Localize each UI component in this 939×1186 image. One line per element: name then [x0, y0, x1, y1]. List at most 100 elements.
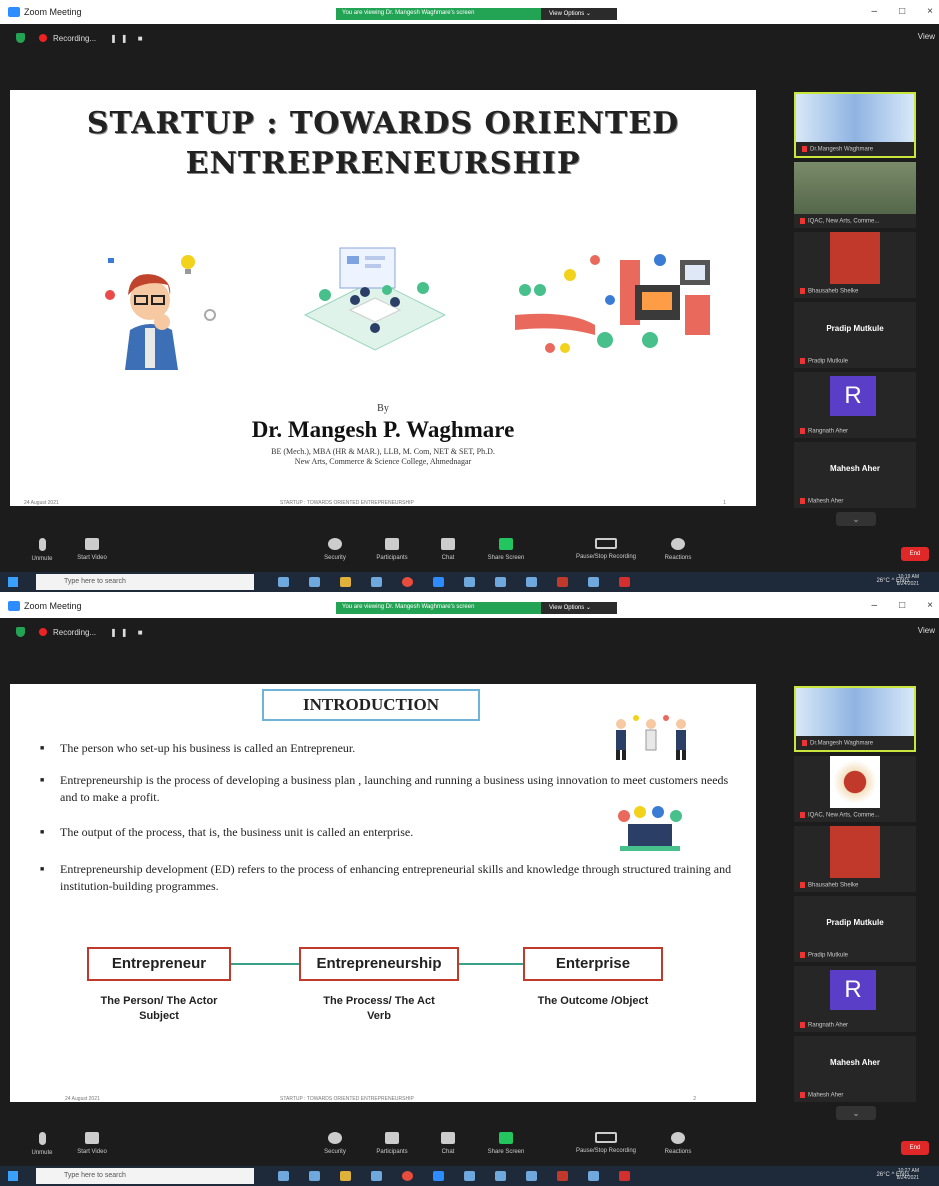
windows-taskbar: Type here to search 26°C ^ ENG 10:19 AM …: [0, 572, 939, 592]
start-video-button[interactable]: Start Video: [62, 538, 122, 561]
app-icon[interactable]: [526, 577, 537, 587]
chat-bubble-icon: [441, 1132, 455, 1144]
taskbar-search-input[interactable]: Type here to search: [36, 1168, 254, 1184]
flow-box-entrepreneurship: Entrepreneurship: [299, 947, 459, 981]
view-button[interactable]: View: [918, 32, 935, 41]
reactions-button[interactable]: Reactions: [648, 1132, 708, 1155]
app-icon[interactable]: [464, 1171, 475, 1181]
flow-label-person: The Person/ The Actor Subject: [100, 995, 218, 1022]
flow-box-enterprise: Enterprise: [523, 947, 663, 981]
app-title: Zoom Meeting: [24, 601, 82, 611]
store-icon[interactable]: [371, 1171, 382, 1181]
zoom-taskbar-icon[interactable]: [433, 1171, 444, 1181]
pdf-icon[interactable]: [619, 577, 630, 587]
view-options-button[interactable]: View Options ⌄: [541, 8, 617, 20]
view-button[interactable]: View: [918, 626, 935, 635]
security-button[interactable]: Security: [305, 538, 365, 561]
file-explorer-icon[interactable]: [340, 1171, 351, 1181]
minimize-icon[interactable]: –: [872, 6, 878, 17]
team-meeting-illustration: [303, 247, 447, 351]
footer-page: 2: [693, 1096, 696, 1102]
app-icon[interactable]: [526, 1171, 537, 1181]
chat-button[interactable]: Chat: [418, 1132, 478, 1155]
app-icon[interactable]: [557, 1171, 568, 1181]
participants-button[interactable]: Participants: [362, 1132, 422, 1155]
app-icon[interactable]: [464, 577, 475, 587]
chevron-down-icon[interactable]: ⌄: [836, 1106, 876, 1120]
end-button[interactable]: End: [901, 547, 929, 561]
unmute-label: Unmute: [31, 556, 53, 562]
taskbar-search-input[interactable]: Type here to search: [36, 574, 254, 590]
participant-tile[interactable]: Bhausaheb Shelke: [794, 232, 916, 298]
app-icon[interactable]: [495, 577, 506, 587]
pdf-icon[interactable]: [619, 1171, 630, 1181]
bullet-item: The person who set-up his business is ca…: [38, 740, 578, 757]
participant-tile[interactable]: Mahesh Aher Mahesh Aher: [794, 442, 916, 508]
file-explorer-icon[interactable]: [340, 577, 351, 587]
windows-start-icon[interactable]: [8, 577, 18, 587]
chat-button[interactable]: Chat: [418, 538, 478, 561]
zoom-taskbar-icon[interactable]: [433, 577, 444, 587]
recording-label: Recording...: [53, 33, 97, 43]
taskbar-clock[interactable]: 10:27 AM 8/24/2021: [885, 1168, 919, 1182]
participants-button[interactable]: Participants: [362, 538, 422, 561]
participant-tile[interactable]: Pradip Mutkule Pradip Mutkule: [794, 896, 916, 962]
participant-tile[interactable]: Dr.Mangesh Waghmare: [794, 92, 916, 158]
participant-name: Rangnath Aher: [800, 428, 848, 435]
meeting-toolbar: Unmute Start Video Security Participants…: [0, 1128, 939, 1166]
participant-tile[interactable]: IQAC, New Arts, Comme...: [794, 756, 916, 822]
maximize-icon[interactable]: □: [899, 600, 905, 611]
credentials-line1: BE (Mech.), MBA (HR & MAR.), LLB, M. Com…: [271, 447, 495, 456]
shield-icon: [328, 1132, 342, 1144]
flow-box-entrepreneur: Entrepreneur: [87, 947, 231, 981]
participant-gallery: Dr.Mangesh Waghmare IQAC, New Arts, Comm…: [794, 92, 918, 526]
app-icon[interactable]: [557, 577, 568, 587]
end-button[interactable]: End: [901, 1141, 929, 1155]
by-label: By: [377, 403, 389, 414]
share-screen-button[interactable]: Share Screen: [476, 1132, 536, 1155]
author-credentials: BE (Mech.), MBA (HR & MAR.), LLB, M. Com…: [10, 447, 756, 467]
flow-arrow: [459, 963, 523, 965]
store-icon[interactable]: [371, 577, 382, 587]
view-options-button[interactable]: View Options ⌄: [541, 602, 617, 614]
pause-stop-recording-controls[interactable]: ❚❚ ■: [110, 34, 146, 43]
app-icon[interactable]: [495, 1171, 506, 1181]
maximize-icon[interactable]: □: [899, 6, 905, 17]
reactions-button[interactable]: Reactions: [648, 538, 708, 561]
participant-center-name: Pradip Mutkule: [826, 324, 884, 333]
taskbar-clock[interactable]: 10:19 AM 8/24/2021: [885, 574, 919, 588]
participant-tile[interactable]: Bhausaheb Shelke: [794, 826, 916, 892]
close-icon[interactable]: ×: [927, 6, 933, 17]
bullet-item: The output of the process, that is, the …: [38, 824, 578, 841]
pause-stop-recording-button[interactable]: Pause/Stop Recording: [566, 538, 646, 560]
start-video-label: Start Video: [77, 555, 107, 561]
shared-slide: STARTUP : TOWARDS ORIENTED ENTREPRENEURS…: [10, 90, 756, 506]
participant-tile[interactable]: Pradip Mutkule Pradip Mutkule: [794, 302, 916, 368]
participant-tile[interactable]: R Rangnath Aher: [794, 372, 916, 438]
app-icon[interactable]: [588, 1171, 599, 1181]
security-shield-icon: [16, 33, 25, 43]
start-video-button[interactable]: Start Video: [62, 1132, 122, 1155]
app-icon[interactable]: [588, 577, 599, 587]
windows-start-icon[interactable]: [8, 1171, 18, 1181]
app-icon[interactable]: [309, 1171, 320, 1181]
pause-stop-recording-button[interactable]: Pause/Stop Recording: [566, 1132, 646, 1154]
minimize-icon[interactable]: –: [872, 600, 878, 611]
participant-tile[interactable]: Dr.Mangesh Waghmare: [794, 686, 916, 752]
task-view-icon[interactable]: [278, 1171, 289, 1181]
share-screen-button[interactable]: Share Screen: [476, 538, 536, 561]
security-label: Security: [324, 1149, 346, 1155]
chevron-down-icon[interactable]: ⌄: [836, 512, 876, 526]
chrome-icon[interactable]: [402, 1171, 413, 1181]
share-screen-label: Share Screen: [487, 555, 525, 561]
close-icon[interactable]: ×: [927, 600, 933, 611]
chrome-icon[interactable]: [402, 577, 413, 587]
participant-tile[interactable]: IQAC, New Arts, Comme...: [794, 162, 916, 228]
video-feed: [830, 826, 880, 878]
security-button[interactable]: Security: [305, 1132, 365, 1155]
app-icon[interactable]: [309, 577, 320, 587]
participant-tile[interactable]: R Rangnath Aher: [794, 966, 916, 1032]
participant-tile[interactable]: Mahesh Aher Mahesh Aher: [794, 1036, 916, 1102]
task-view-icon[interactable]: [278, 577, 289, 587]
pause-stop-recording-controls[interactable]: ❚❚ ■: [110, 628, 146, 637]
